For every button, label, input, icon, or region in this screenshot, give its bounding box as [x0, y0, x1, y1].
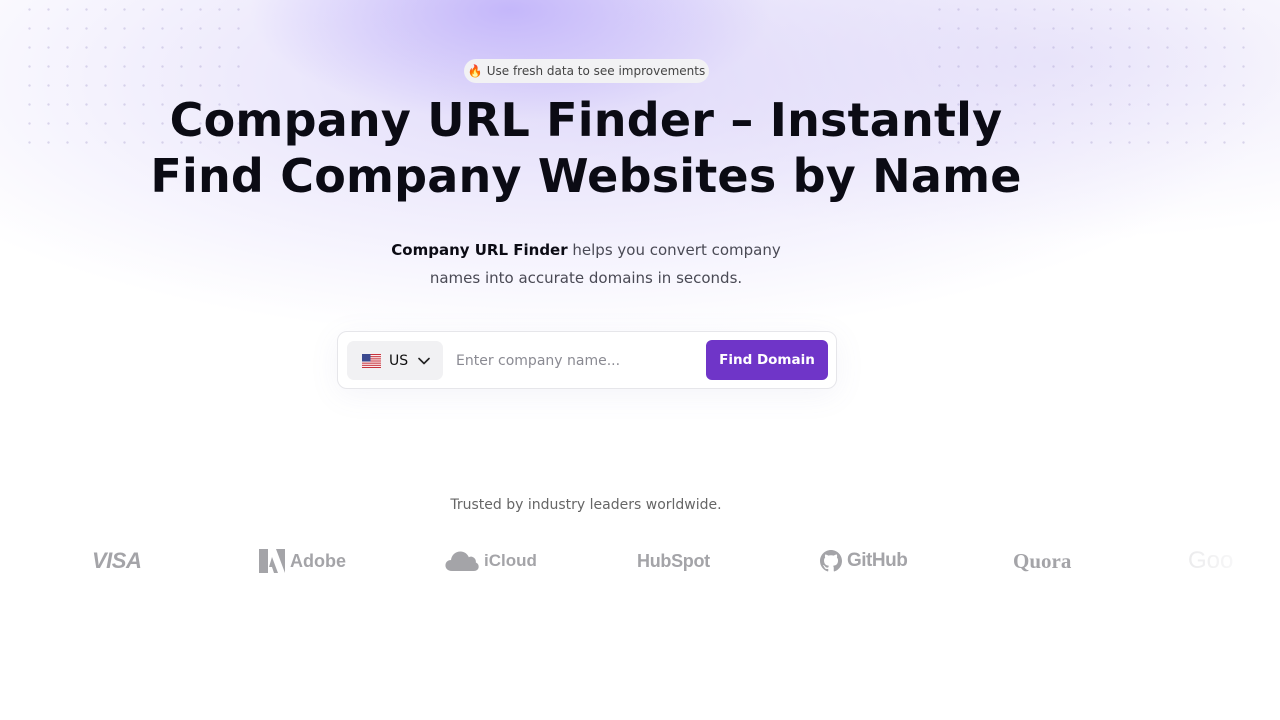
subtitle-line-2: names into accurate domains in seconds.	[429, 269, 743, 287]
cloud-icon	[445, 551, 479, 571]
logo-quora-text: Quora	[1013, 548, 1072, 573]
company-name-input[interactable]	[456, 344, 696, 378]
domain-search-form: US Find Domain	[337, 331, 837, 389]
title-line-2: Find Company Websites by Name	[150, 149, 1022, 203]
title-line-1: Company URL Finder – Instantly	[169, 93, 1003, 147]
logo-adobe: Adobe	[259, 544, 346, 578]
badge-text: Use fresh data to see improvements	[486, 64, 706, 78]
logo-hubspot-text: HubSpot	[637, 550, 710, 571]
country-code: US	[389, 352, 409, 369]
logo-icloud: iCloud	[445, 544, 537, 578]
country-selector[interactable]: US	[347, 341, 443, 380]
flame-icon: 🔥	[467, 64, 483, 78]
hero-subtitle: Company URL Finder helps you convert com…	[340, 236, 832, 292]
fresh-data-badge: 🔥 Use fresh data to see improvements	[464, 59, 709, 83]
logo-github-text: GitHub	[847, 550, 908, 571]
chevron-down-icon	[418, 357, 430, 364]
adobe-icon	[259, 549, 285, 573]
logo-visa-text: VISA	[92, 548, 142, 573]
github-icon	[820, 550, 842, 572]
page-title: Company URL Finder – Instantly Find Comp…	[150, 92, 1022, 204]
logo-visa: VISA	[92, 544, 142, 578]
logo-quora: Quora	[1013, 544, 1071, 578]
logo-google: Goo	[1188, 544, 1240, 578]
logo-google-text: Goo	[1188, 547, 1234, 574]
trusted-by-text: Trusted by industry leaders worldwide.	[450, 497, 722, 513]
logo-github: GitHub	[820, 544, 908, 578]
subtitle-brand: Company URL Finder	[391, 241, 568, 259]
logo-adobe-text: Adobe	[290, 550, 346, 571]
subtitle-text: helps you convert company	[567, 241, 781, 259]
logo-icloud-text: iCloud	[484, 551, 537, 570]
logo-hubspot: HubSpot	[637, 544, 710, 578]
us-flag-icon	[362, 353, 381, 368]
find-domain-button[interactable]: Find Domain	[706, 340, 828, 380]
